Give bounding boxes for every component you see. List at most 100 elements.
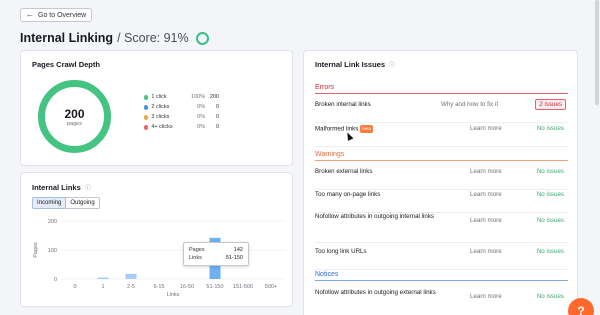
x-tick-label: 151-500: [233, 284, 253, 290]
why-how-fix-link[interactable]: Why and how to fix it: [441, 101, 498, 108]
help-button[interactable]: ?: [568, 298, 594, 315]
y-axis-label: Pages: [33, 242, 39, 258]
go-to-overview-label: Go to Overview: [38, 11, 87, 19]
issue-name: Broken external links: [315, 168, 373, 175]
page-title-text: Internal Linking: [20, 31, 114, 45]
links-direction-tabs: Incoming Outgoing: [32, 197, 100, 209]
legend-dot: [144, 124, 149, 130]
x-axis-label: Links: [167, 292, 180, 298]
issue-name: Broken internal links: [315, 101, 371, 108]
crawl-depth-donut: 200 pages: [38, 80, 111, 153]
status-text: No issues: [536, 191, 564, 198]
score-ring-icon: [195, 31, 209, 45]
legend-pct: 0%: [197, 124, 206, 130]
issue-name: Nofollow attributes in outgoing external…: [315, 289, 436, 296]
page-title: Internal Linking / Score: 91%: [20, 31, 209, 45]
x-tick-label: 51-150: [206, 284, 223, 290]
status-text: No issues: [536, 217, 564, 224]
scrollbar-thumb[interactable]: [595, 0, 599, 105]
score-text: / Score: 91%: [117, 31, 189, 45]
learn-more-link[interactable]: Learn more: [470, 125, 502, 132]
issue-name: Too many on-page links: [315, 191, 381, 198]
legend-count: 0: [215, 124, 219, 130]
page-scrollbar[interactable]: [594, 0, 600, 315]
legend-label: 2 clicks: [151, 104, 170, 110]
crawl-depth-total-label: pages: [67, 120, 82, 127]
tooltip-links-value: 51-150: [225, 255, 243, 261]
crawl-depth-title: Pages Crawl Depth: [32, 60, 100, 69]
legend-dot: [144, 94, 149, 100]
tooltip-pages-label: Pages: [189, 247, 205, 253]
learn-more-link[interactable]: Learn more: [470, 217, 502, 224]
status-text: No issues: [536, 293, 564, 300]
legend-count: 0: [215, 114, 219, 120]
internal-links-chart: 0 100 200 Pages 0 1 2-5 6-15 16-50 51-150 151-500 5…: [33, 219, 285, 298]
beta-badge: beta: [360, 125, 374, 133]
y-tick-label: 200: [48, 219, 57, 225]
y-tick-label: 0: [54, 277, 57, 283]
status-text: No issues: [536, 125, 564, 132]
tooltip-pages-row: Pages 142: [189, 246, 243, 254]
legend-pct: 100%: [191, 94, 206, 100]
legend-label: 1 click: [151, 94, 167, 100]
info-icon[interactable]: ⓘ: [389, 60, 395, 69]
tooltip-links-label: Links: [189, 255, 202, 261]
issue-name: Too long link URLs: [315, 248, 367, 255]
learn-more-link[interactable]: Learn more: [470, 248, 502, 255]
go-to-overview-button[interactable]: ← Go to Overview: [20, 8, 93, 22]
internal-links-title: Internal Links ⓘ: [32, 183, 91, 192]
issue-name-text: Malformed links: [315, 125, 359, 133]
x-tick-label: 500+: [265, 284, 277, 290]
chart-tooltip: Pages 142 Links 51-150: [183, 242, 249, 266]
legend-label: 3 clicks: [151, 114, 170, 120]
pages-crawl-depth-card: Pages Crawl Depth 200 pages 1 click 100%…: [20, 50, 293, 166]
x-tick-label: 0: [73, 284, 76, 290]
issue-row: Nofollow attributes in outgoing external…: [315, 289, 568, 315]
legend-dot: [144, 114, 149, 120]
notices-header: Notices: [315, 271, 568, 281]
status-text: No issues: [536, 248, 564, 255]
y-tick-label: 100: [48, 248, 57, 254]
internal-links-title-text: Internal Links: [32, 183, 81, 192]
tab-incoming[interactable]: Incoming: [32, 197, 67, 209]
legend-pct: 0%: [197, 104, 206, 110]
legend-count: 200: [209, 94, 219, 100]
learn-more-link[interactable]: Learn more: [470, 191, 502, 198]
info-icon[interactable]: ⓘ: [85, 183, 91, 192]
chart-bar: [97, 277, 109, 279]
legend-label: 4+ clicks: [151, 124, 173, 130]
issues-title: Internal Link Issues ⓘ: [315, 60, 395, 69]
legend-pct: 0%: [197, 114, 206, 120]
issue-name: Malformed links beta: [315, 125, 445, 134]
errors-header: Errors: [315, 84, 568, 94]
chart-bar: [125, 273, 137, 279]
arrow-left-icon: ←: [26, 10, 34, 19]
issue-row: Broken internal links Why and how to fix…: [315, 99, 568, 123]
crawl-depth-total: 200: [64, 106, 85, 121]
x-tick-label: 2-5: [127, 284, 135, 290]
issue-row: Malformed links beta Learn more No issues: [315, 125, 568, 147]
x-tick-label: 6-15: [153, 284, 164, 290]
issue-row: Too long link URLs Learn more No issues: [315, 248, 568, 270]
internal-link-issues-card: Internal Link Issues ⓘ Errors Broken int…: [303, 50, 578, 315]
issue-row: Nofollow attributes in outgoing internal…: [315, 213, 568, 243]
tooltip-links-row: Links 51-150: [189, 254, 243, 262]
legend-row: 4+ clicks 0% 0: [144, 123, 219, 131]
issues-title-text: Internal Link Issues: [315, 60, 386, 69]
legend-count: 0: [215, 104, 219, 110]
legend-row: 1 click 100% 200: [144, 93, 219, 101]
learn-more-link[interactable]: Learn more: [470, 168, 502, 175]
legend-row: 3 clicks 0% 0: [144, 113, 219, 121]
tooltip-pages-value: 142: [233, 247, 243, 253]
legend-row: 2 clicks 0% 0: [144, 103, 219, 111]
issue-name: Nofollow attributes in outgoing internal…: [315, 213, 435, 220]
issue-row: Too many on-page links Learn more No iss…: [315, 191, 568, 213]
warnings-header: Warnings: [315, 151, 568, 161]
x-tick-label: 1: [101, 284, 104, 290]
x-tick-label: 16-50: [180, 284, 194, 290]
tab-outgoing[interactable]: Outgoing: [66, 197, 100, 209]
issues-count-badge[interactable]: 2 issues: [535, 99, 566, 110]
legend-dot: [144, 104, 149, 110]
status-text: No issues: [536, 168, 564, 175]
learn-more-link[interactable]: Learn more: [470, 293, 502, 300]
